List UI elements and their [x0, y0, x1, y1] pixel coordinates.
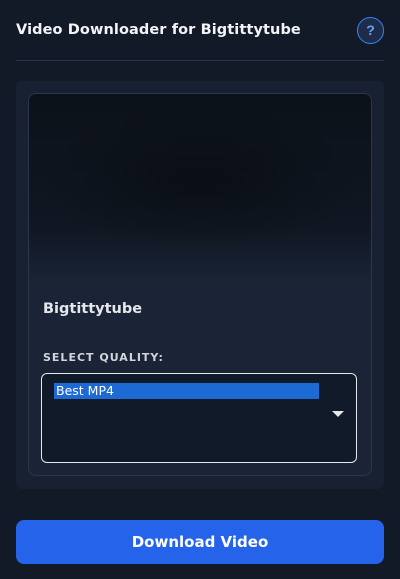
chevron-down-icon — [332, 411, 344, 417]
extension-popup: Video Downloader for Bigtittytube ? Bigt… — [0, 0, 400, 579]
video-thumbnail — [29, 94, 371, 284]
video-card: Bigtittytube SELECT QUALITY: Best MP4 — [28, 93, 372, 476]
content-panel: Bigtittytube SELECT QUALITY: Best MP4 — [16, 81, 384, 489]
download-button[interactable]: Download Video — [16, 520, 384, 564]
help-button[interactable]: ? — [357, 16, 384, 44]
header-divider — [16, 60, 384, 61]
page-title: Video Downloader for Bigtittytube — [16, 22, 301, 38]
video-title: Bigtittytube — [43, 301, 143, 317]
question-icon: ? — [366, 22, 375, 38]
quality-label: SELECT QUALITY: — [43, 351, 164, 364]
header: Video Downloader for Bigtittytube ? — [16, 14, 384, 46]
quality-select[interactable]: Best MP4 — [41, 373, 357, 463]
quality-option-selected[interactable]: Best MP4 — [54, 383, 319, 399]
